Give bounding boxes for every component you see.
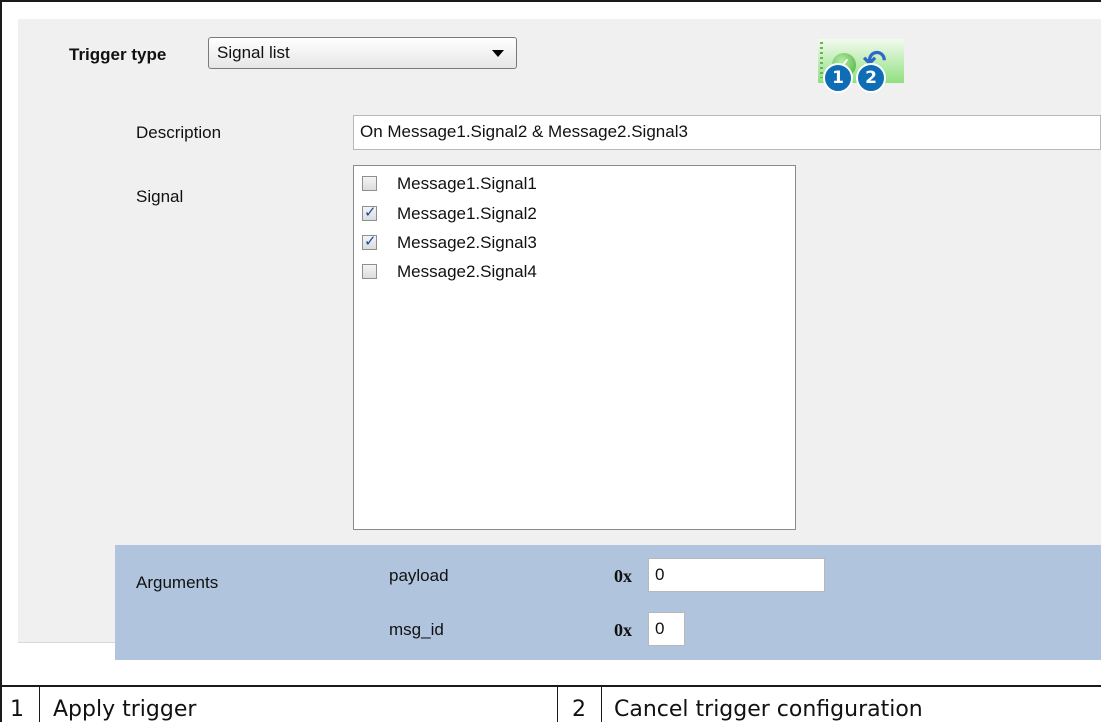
signal-list[interactable]: Message1.Signal1 Message1.Signal2 Messag…: [353, 165, 796, 530]
checkbox[interactable]: [362, 232, 377, 250]
payload-value: 0: [655, 565, 665, 584]
legend-number-2: 2: [572, 697, 586, 722]
msg-id-input[interactable]: 0: [648, 612, 685, 646]
trigger-type-value: Signal list: [217, 43, 290, 62]
legend-border: [0, 685, 2, 722]
legend-border: [601, 685, 602, 722]
toolbar-grip-icon[interactable]: [820, 42, 823, 78]
legend-text-2: Cancel trigger configuration: [614, 697, 923, 722]
msg-id-label: msg_id: [389, 620, 444, 639]
checkbox[interactable]: [362, 264, 377, 279]
payload-input[interactable]: 0: [648, 558, 825, 592]
signal-item-label: Message1.Signal1: [397, 174, 537, 193]
msg-id-hex-prefix: 0x: [614, 620, 632, 640]
signal-item-label: Message2.Signal3: [397, 233, 537, 252]
signal-label: Signal: [136, 187, 184, 206]
legend-border: [39, 685, 40, 722]
arguments-section: [115, 545, 1101, 660]
legend-number-1: 1: [10, 697, 24, 722]
checkbox[interactable]: [362, 176, 377, 191]
legend-text-1: Apply trigger: [53, 697, 197, 722]
description-label: Description: [136, 123, 222, 142]
payload-label: payload: [389, 566, 449, 585]
legend-border: [557, 685, 558, 722]
callout-badge-1: 1: [823, 63, 853, 93]
description-field[interactable]: On Message1.Signal2 & Message2.Signal3: [353, 115, 1101, 150]
payload-hex-prefix: 0x: [614, 566, 632, 586]
description-value: On Message1.Signal2 & Message2.Signal3: [360, 122, 688, 141]
arguments-label: Arguments: [136, 573, 219, 592]
signal-item-label: Message1.Signal2: [397, 204, 537, 223]
msg-id-value: 0: [655, 619, 665, 638]
chevron-down-icon: [492, 50, 504, 57]
trigger-type-dropdown[interactable]: Signal list: [208, 37, 517, 69]
callout-badge-2: 2: [856, 63, 886, 93]
legend-top-border: [0, 685, 1101, 687]
trigger-type-label: Trigger type: [69, 45, 167, 64]
checkbox[interactable]: [362, 203, 377, 221]
signal-item-label: Message2.Signal4: [397, 262, 537, 281]
